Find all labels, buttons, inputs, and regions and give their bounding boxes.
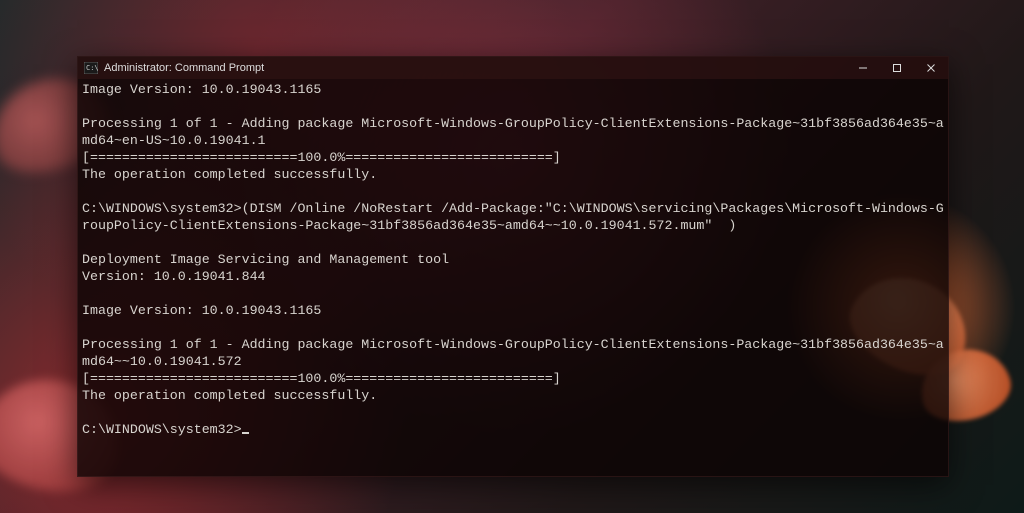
minimize-button[interactable]: [846, 57, 880, 79]
window-title: Administrator: Command Prompt: [104, 62, 264, 74]
titlebar[interactable]: C:\ Administrator: Command Prompt: [78, 57, 948, 79]
maximize-button[interactable]: [880, 57, 914, 79]
desktop-wallpaper: C:\ Administrator: Command Prompt Image …: [0, 0, 1024, 513]
prompt: C:\WINDOWS\system32>: [82, 422, 242, 437]
cmd-icon: C:\: [84, 62, 98, 74]
cursor: [242, 432, 249, 434]
close-button[interactable]: [914, 57, 948, 79]
window-controls: [846, 57, 948, 79]
svg-text:C:\: C:\: [86, 64, 98, 72]
terminal-output[interactable]: Image Version: 10.0.19043.1165 Processin…: [78, 79, 948, 476]
command-prompt-window: C:\ Administrator: Command Prompt Image …: [77, 56, 949, 477]
